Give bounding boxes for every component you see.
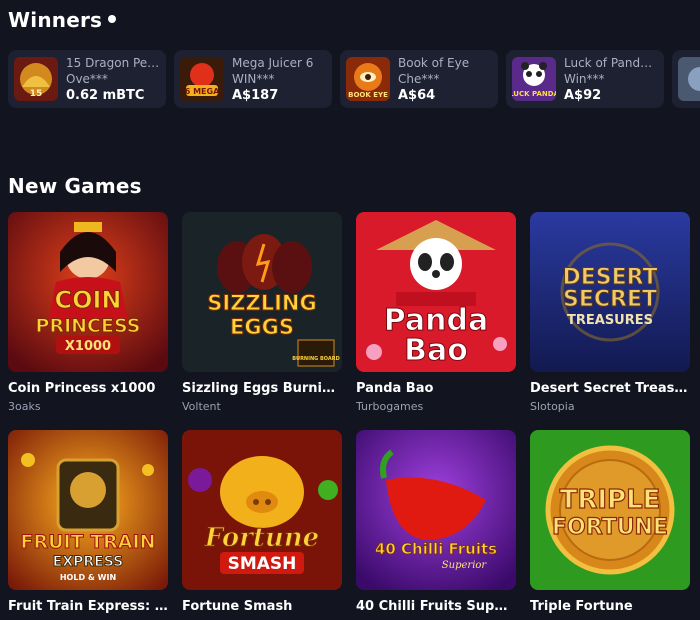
winner-amount: A$92 (564, 88, 602, 103)
svg-text:X1000: X1000 (65, 339, 111, 354)
winner-card-partial[interactable] (672, 50, 700, 108)
svg-text:FORTUNE: FORTUNE (552, 515, 668, 540)
game-thumbnail[interactable]: 40 Chilli Fruits Superior (356, 430, 516, 590)
game-card-sizzling-eggs[interactable]: SIZZLING EGGS BURNING BOARD Sizzling Egg… (182, 212, 342, 414)
game-title[interactable]: 40 Chilli Fruits Super… (356, 599, 516, 615)
svg-text:Bao: Bao (404, 333, 468, 368)
winner-game-name: Book of Eye (398, 56, 470, 70)
game-card-panda-bao[interactable]: Panda Bao Panda Bao Turbogames (356, 212, 516, 414)
game-thumbnail[interactable]: TRIPLE FORTUNE (530, 430, 690, 590)
winner-username: WIN*** (232, 72, 275, 86)
game-thumbnail[interactable]: Panda Bao (356, 212, 516, 372)
game-card-fruit-train[interactable]: FRUIT TRAIN EXPRESS HOLD & WIN Fruit Tra… (8, 430, 168, 615)
svg-text:SMASH: SMASH (228, 554, 297, 574)
live-indicator-dot (108, 15, 116, 23)
winner-card[interactable]: 15 15 Dragon Pe… Ove*** 0.62 mBTC (8, 50, 166, 108)
svg-text:EGGS: EGGS (230, 315, 294, 339)
game-card-coin-princess[interactable]: COIN PRINCESS X1000 Coin Princess x1000 … (8, 212, 168, 414)
svg-text:15: 15 (30, 89, 43, 99)
winner-game-thumbnail (678, 57, 700, 101)
svg-text:Superior: Superior (442, 560, 488, 571)
svg-text:Fortune: Fortune (204, 523, 319, 553)
game-title[interactable]: Fortune Smash (182, 599, 342, 615)
game-thumbnail[interactable]: FRUIT TRAIN EXPRESS HOLD & WIN (8, 430, 168, 590)
winner-card[interactable]: 6 MEGA Mega Juicer 6 WIN*** A$187 (174, 50, 332, 108)
game-title[interactable]: Panda Bao (356, 381, 516, 397)
winner-game-thumbnail: 6 MEGA (180, 57, 224, 101)
winner-amount: 0.62 mBTC (66, 88, 145, 103)
svg-text:PRINCESS: PRINCESS (36, 315, 141, 337)
game-provider: 3oaks (8, 400, 41, 413)
game-card-40-chilli-fruits[interactable]: 40 Chilli Fruits Superior 40 Chilli Frui… (356, 430, 516, 615)
svg-text:HOLD & WIN: HOLD & WIN (60, 573, 116, 582)
winner-game-name: Luck of Pand… (564, 56, 653, 70)
svg-text:SIZZLING: SIZZLING (207, 291, 316, 315)
svg-text:40 Chilli Fruits: 40 Chilli Fruits (375, 540, 497, 558)
game-thumbnail[interactable]: COIN PRINCESS X1000 (8, 212, 168, 372)
game-title[interactable]: Desert Secret Treas… (530, 381, 690, 397)
winners-title: Winners (8, 8, 103, 32)
new-games-title: New Games (8, 174, 142, 198)
game-thumbnail[interactable]: SIZZLING EGGS BURNING BOARD (182, 212, 342, 372)
winners-list: 15 15 Dragon Pe… Ove*** 0.62 mBTC 6 MEGA… (8, 50, 700, 110)
game-card-desert-secret[interactable]: DESERT SECRET TREASURES Desert Secret Tr… (530, 212, 690, 414)
svg-text:BURNING BOARD: BURNING BOARD (292, 356, 340, 362)
winner-username: Win*** (564, 72, 605, 86)
game-title[interactable]: Triple Fortune (530, 599, 690, 615)
game-provider: Slotopia (530, 400, 575, 413)
winner-game-thumbnail: LUCK PANDA (512, 57, 556, 101)
svg-text:EXPRESS: EXPRESS (53, 554, 124, 570)
svg-text:BOOK EYE: BOOK EYE (348, 91, 388, 99)
winner-game-thumbnail: 15 (14, 57, 58, 101)
winner-game-name: Mega Juicer 6 (232, 56, 314, 70)
winner-amount: A$64 (398, 88, 436, 103)
winner-game-thumbnail: BOOK EYE (346, 57, 390, 101)
game-thumbnail[interactable]: DESERT SECRET TREASURES (530, 212, 690, 372)
game-provider: Turbogames (356, 400, 424, 413)
game-title[interactable]: Sizzling Eggs Burning… (182, 381, 342, 397)
svg-text:TREASURES: TREASURES (567, 313, 653, 328)
winner-username: Che*** (398, 72, 440, 86)
winner-card[interactable]: LUCK PANDA Luck of Pand… Win*** A$92 (506, 50, 664, 108)
svg-text:SECRET: SECRET (563, 287, 657, 312)
svg-text:FRUIT TRAIN: FRUIT TRAIN (21, 531, 156, 553)
game-title[interactable]: Fruit Train Express: … (8, 599, 168, 615)
winner-card[interactable]: BOOK EYE Book of Eye Che*** A$64 (340, 50, 498, 108)
game-title[interactable]: Coin Princess x1000 (8, 381, 168, 397)
winner-username: Ove*** (66, 72, 108, 86)
winner-game-name: 15 Dragon Pe… (66, 56, 160, 70)
game-thumbnail[interactable]: Fortune SMASH (182, 430, 342, 590)
winner-amount: A$187 (232, 88, 279, 103)
svg-text:COIN: COIN (54, 286, 121, 314)
svg-text:LUCK PANDA: LUCK PANDA (512, 90, 556, 98)
svg-text:6 MEGA: 6 MEGA (185, 87, 220, 96)
svg-text:TRIPLE: TRIPLE (560, 485, 661, 515)
game-card-fortune-smash[interactable]: Fortune SMASH Fortune Smash (182, 430, 342, 615)
game-card-triple-fortune[interactable]: TRIPLE FORTUNE Triple Fortune (530, 430, 690, 615)
game-provider: Voltent (182, 400, 221, 413)
